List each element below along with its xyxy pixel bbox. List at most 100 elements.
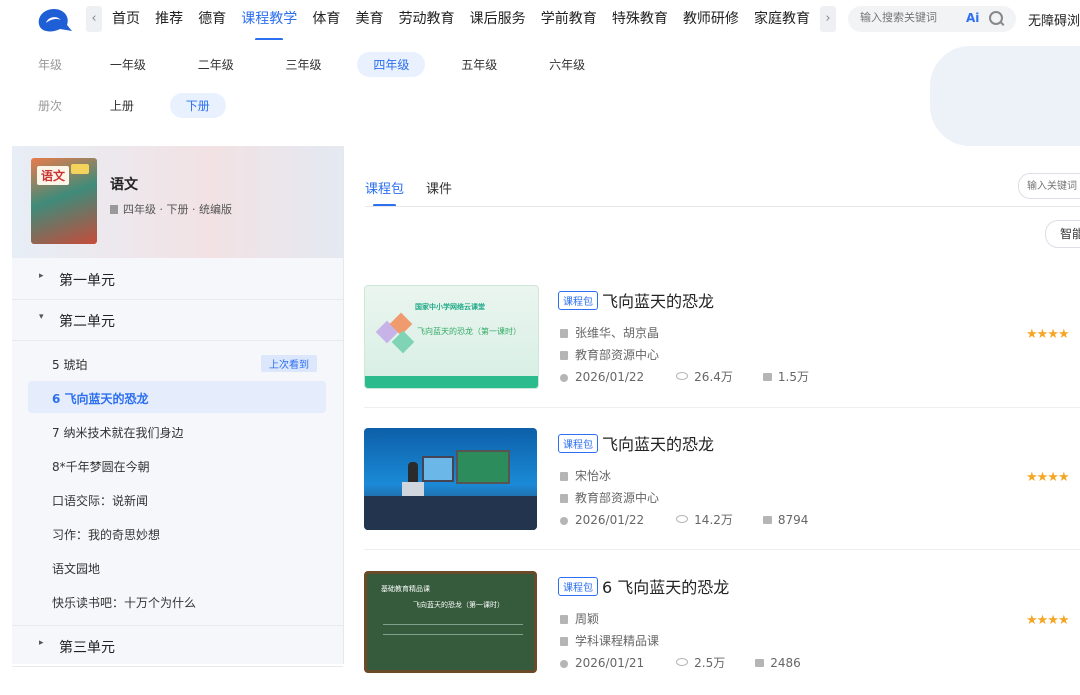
eye-icon	[676, 515, 689, 523]
user-icon	[560, 329, 568, 338]
course-card-1[interactable]: 国家中小学网络云课堂 飞向蓝天的恐龙（第一课时） 课程包 飞向蓝天的恐龙 张维华…	[364, 285, 1080, 409]
lesson-item-oral[interactable]: 口语交际：说新闻	[28, 483, 326, 515]
course-author: 宋怡冰	[560, 467, 611, 484]
course-title[interactable]: 6 飞向蓝天的恐龙	[602, 574, 729, 598]
clock-icon	[560, 374, 568, 382]
unit-2[interactable]: ▾ 第二单元	[12, 300, 343, 341]
thumbnail-title: 飞向蓝天的恐龙（第一课时）	[417, 327, 521, 336]
search-box: Ai	[848, 6, 1016, 32]
date-text: 2026/01/22	[575, 370, 645, 384]
keyword-search-input[interactable]	[1018, 173, 1080, 199]
user-icon	[560, 615, 568, 624]
book-meta: 四年级 · 下册 · 统编版	[110, 201, 232, 217]
rating-stars: ★★★★	[1026, 327, 1070, 342]
site-logo[interactable]	[34, 5, 74, 35]
lesson-label: 6 飞向蓝天的恐龙	[52, 392, 149, 406]
unit-3[interactable]: ▸ 第三单元	[12, 625, 343, 667]
nav-item-courses[interactable]: 课程教学	[241, 0, 297, 40]
document-icon	[560, 637, 568, 646]
course-title[interactable]: 飞向蓝天的恐龙	[602, 431, 714, 455]
source-text: 教育部资源中心	[575, 348, 660, 362]
views-text: 2.5万	[694, 656, 726, 670]
accessibility-link[interactable]: 无障碍浏	[1028, 10, 1080, 29]
volume-label: 册次	[38, 99, 63, 113]
caret-right-icon: ▸	[39, 638, 44, 648]
nav-item-moral[interactable]: 德育	[198, 0, 226, 38]
course-title[interactable]: 飞向蓝天的恐龙	[602, 288, 714, 312]
likes-text: 2486	[770, 656, 801, 670]
smart-sort-button[interactable]: 智能	[1045, 220, 1080, 248]
decorative-graphic	[930, 46, 1080, 146]
lesson-item-5[interactable]: 5 琥珀 上次看到	[28, 347, 326, 379]
course-card-2[interactable]: 课程包 飞向蓝天的恐龙 宋怡冰 教育部资源中心 2026/01/22 14.2万 8…	[364, 428, 1080, 552]
sidebar: 语文 语文 四年级 · 下册 · 统编版 ▸ 第一单元 ▾ 第二单元 5 琥珀 …	[12, 146, 344, 667]
book-title: 语文	[110, 177, 138, 193]
thumbnail-screen	[422, 456, 454, 482]
grade-option-2[interactable]: 二年级	[182, 52, 250, 77]
grade-option-3[interactable]: 三年级	[270, 52, 338, 77]
clock-icon	[560, 660, 568, 668]
nav-item-after-school[interactable]: 课后服务	[470, 0, 526, 38]
thumbs-up-icon	[762, 373, 772, 381]
rating-stars: ★★★★	[1026, 613, 1070, 628]
clock-icon	[560, 517, 568, 525]
course-source: 学科课程精品课	[560, 632, 659, 649]
lesson-item-7[interactable]: 7 纳米技术就在我们身边	[28, 415, 326, 447]
tab-courseware[interactable]: 课件	[426, 178, 452, 197]
grade-label: 年级	[38, 58, 63, 72]
lesson-label: 8*千年梦圆在今朝	[52, 460, 150, 474]
nav-item-teacher-training[interactable]: 教师研修	[683, 0, 739, 38]
unit-1[interactable]: ▸ 第一单元	[12, 259, 343, 300]
course-thumbnail[interactable]	[364, 428, 537, 530]
course-package-tag: 课程包	[558, 577, 598, 596]
nav-item-home[interactable]: 首页	[112, 0, 140, 38]
nav-item-arts[interactable]: 美育	[355, 0, 383, 38]
thumbnail-floor	[364, 496, 537, 530]
volume-filter-row: 册次 上册 下册	[38, 93, 242, 118]
grade-option-6[interactable]: 六年级	[533, 52, 601, 77]
course-thumbnail[interactable]: 基础教育精品课 飞向蓝天的恐龙（第一课时）	[364, 571, 537, 673]
grade-option-1[interactable]: 一年级	[94, 52, 162, 77]
course-stats: 2026/01/22 26.4万 1.5万	[560, 368, 809, 385]
user-icon	[560, 472, 568, 481]
author-text: 宋怡冰	[575, 469, 612, 483]
search-icon[interactable]	[989, 11, 1003, 25]
grade-option-4[interactable]: 四年级	[357, 52, 426, 77]
lesson-label: 习作：我的奇思妙想	[52, 528, 161, 542]
nav-item-recommend[interactable]: 推荐	[155, 0, 183, 38]
eye-icon	[676, 372, 689, 380]
thumbnail-line	[383, 624, 523, 628]
search-input[interactable]	[858, 10, 962, 25]
card-divider	[364, 549, 1080, 550]
course-stats: 2026/01/22 14.2万 8794	[560, 511, 808, 528]
nav-item-family[interactable]: 家庭教育	[754, 0, 810, 38]
volume-option-first[interactable]: 上册	[94, 93, 150, 118]
lesson-item-8[interactable]: 8*千年梦圆在今朝	[28, 449, 326, 481]
lesson-item-6[interactable]: 6 飞向蓝天的恐龙	[28, 381, 326, 413]
document-icon	[560, 351, 568, 360]
course-card-3[interactable]: 基础教育精品课 飞向蓝天的恐龙（第一课时） 课程包 6 飞向蓝天的恐龙 周颖 学…	[364, 571, 1080, 695]
ai-search-icon[interactable]: Ai	[966, 11, 979, 25]
lesson-item-writing[interactable]: 习作：我的奇思妙想	[28, 517, 326, 549]
book-cover-badge	[71, 164, 89, 174]
nav-item-sports[interactable]: 体育	[312, 0, 340, 38]
lesson-item-garden[interactable]: 语文园地	[28, 551, 326, 583]
grade-option-5[interactable]: 五年级	[445, 52, 513, 77]
book-cover-title: 语文	[37, 166, 70, 185]
nav-item-special[interactable]: 特殊教育	[612, 0, 668, 38]
course-package-tag: 课程包	[558, 291, 598, 310]
thumbnail-bar	[365, 376, 538, 388]
nav-item-preschool[interactable]: 学前教育	[541, 0, 597, 38]
volume-option-second[interactable]: 下册	[169, 93, 226, 118]
course-thumbnail[interactable]: 国家中小学网络云课堂 飞向蓝天的恐龙（第一课时）	[364, 285, 539, 389]
lesson-item-reading[interactable]: 快乐读书吧：十万个为什么	[28, 585, 326, 617]
nav-next-arrow[interactable]: ›	[820, 6, 836, 32]
nav-item-labor[interactable]: 劳动教育	[399, 0, 455, 38]
tab-course-package[interactable]: 课程包	[365, 178, 404, 207]
book-meta-text: 四年级 · 下册 · 统编版	[123, 203, 232, 216]
course-source: 教育部资源中心	[560, 346, 659, 363]
nav-prev-arrow[interactable]: ‹	[86, 6, 102, 32]
author-text: 张维华、胡京晶	[575, 326, 660, 340]
thumbs-up-icon	[762, 516, 772, 524]
source-text: 教育部资源中心	[575, 491, 660, 505]
